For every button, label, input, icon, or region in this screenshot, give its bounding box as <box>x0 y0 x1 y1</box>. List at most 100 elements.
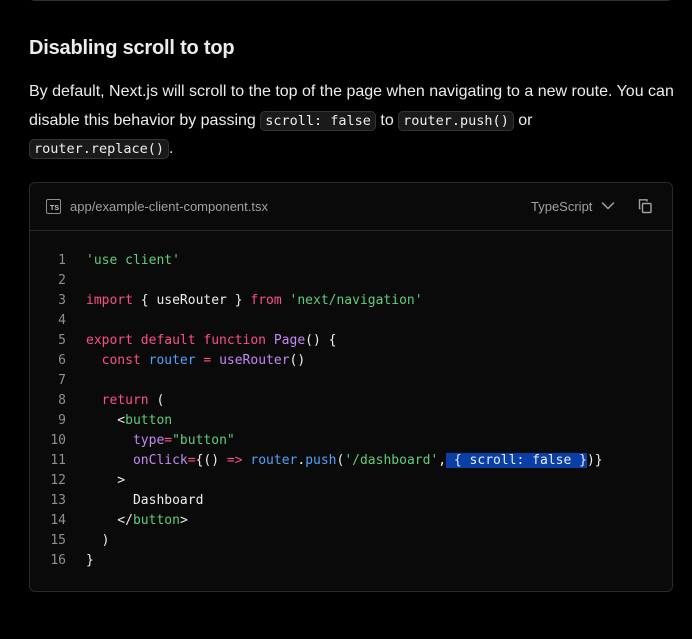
line-number: 13 <box>50 493 66 508</box>
code-token: export default function <box>86 333 267 348</box>
code-token: router <box>148 353 196 368</box>
section-paragraph: By default, Next.js will scroll to the t… <box>29 78 674 164</box>
code-token: import <box>86 293 133 308</box>
code-token: ( <box>148 393 165 408</box>
code-token: ) <box>86 533 110 548</box>
code-token: , <box>438 453 447 468</box>
code-line: 5 export default function Page() { <box>30 331 672 351</box>
section-heading: Disabling scroll to top <box>29 37 235 59</box>
code-token: 'next/navigation' <box>289 293 423 308</box>
code-token: = <box>187 453 196 468</box>
line-number: 5 <box>58 333 66 348</box>
code-text: import { useRouter } from 'next/navigati… <box>86 291 423 311</box>
line-number: 14 <box>50 513 66 528</box>
code-token: { useRouter } <box>132 293 251 308</box>
code-line: 6 const router = useRouter() <box>30 351 672 371</box>
paragraph-text: to <box>375 111 399 129</box>
code-text: </button> <box>86 511 188 531</box>
code-text: ) <box>86 531 110 551</box>
code-token: () <box>289 353 306 368</box>
code-selection-highlight: { scroll: false } <box>446 453 587 468</box>
code-token: from <box>250 293 282 308</box>
code-token: Page <box>273 333 306 348</box>
code-token: )} <box>586 453 603 468</box>
code-token: Dashboard <box>86 493 204 508</box>
code-text: onClick={() => router.push('/dashboard',… <box>86 451 603 471</box>
code-token: return <box>101 393 149 408</box>
code-token: const <box>101 353 141 368</box>
paragraph-text: . <box>169 140 174 157</box>
code-token: = <box>164 433 173 448</box>
code-line: 8 return ( <box>30 391 672 411</box>
line-number: 1 <box>58 253 66 268</box>
code-line: 7 <box>30 371 672 391</box>
code-line: 16} <box>30 551 672 571</box>
code-line: 9 <button <box>30 411 672 431</box>
code-token: } <box>86 553 94 568</box>
line-number: 8 <box>58 393 66 408</box>
line-number: 9 <box>58 413 66 428</box>
typescript-file-icon: TS <box>46 199 61 214</box>
code-token: => <box>226 453 243 468</box>
previous-block-edge <box>28 0 674 1</box>
paragraph-text: or <box>513 111 533 129</box>
code-token: '/dashboard' <box>344 453 439 468</box>
code-text: > <box>86 471 125 491</box>
code-line: 2 <box>30 271 672 291</box>
line-number: 11 <box>50 453 66 468</box>
code-block: TS app/example-client-component.tsx Type… <box>29 182 673 592</box>
code-token: router <box>250 453 298 468</box>
code-text: } <box>86 551 94 571</box>
code-line: 4 <box>30 311 672 331</box>
code-block-header: TS app/example-client-component.tsx Type… <box>30 183 672 231</box>
code-text: export default function Page() { <box>86 331 336 351</box>
line-number: 6 <box>58 353 66 368</box>
code-text: type="button" <box>86 431 235 451</box>
inline-code-router-push: router.push() <box>398 110 514 131</box>
code-token: type <box>132 433 165 448</box>
inline-code-router-replace: router.replace() <box>29 139 170 159</box>
code-token: 'use client' <box>86 253 180 268</box>
code-lines: 1 'use client' 2 3 import { useRouter } from… <box>30 251 672 571</box>
code-token: () { <box>305 333 337 348</box>
code-line: 10 type="button" <box>30 431 672 451</box>
code-token: > <box>86 473 126 488</box>
line-number: 15 <box>50 533 66 548</box>
code-text: return ( <box>86 391 165 411</box>
line-number: 10 <box>50 433 66 448</box>
code-token: < <box>86 413 126 428</box>
code-line: 12 > <box>30 471 672 491</box>
language-selector[interactable]: TypeScript <box>531 199 592 214</box>
inline-code-scroll-false: scroll: false <box>260 110 376 131</box>
code-line: 15 ) <box>30 531 672 551</box>
code-filename: app/example-client-component.tsx <box>70 199 268 214</box>
chevron-down-icon[interactable] <box>601 201 615 211</box>
code-token: push <box>305 453 337 468</box>
code-token: . <box>297 453 306 468</box>
line-number: 7 <box>58 373 66 388</box>
code-token: > <box>179 513 188 528</box>
line-number: 4 <box>58 313 66 328</box>
code-token: useRouter <box>219 353 290 368</box>
copy-icon[interactable] <box>637 198 653 214</box>
code-line: 3 import { useRouter } from 'next/navigat… <box>30 291 672 311</box>
code-token: </ <box>86 513 133 528</box>
code-token: onClick <box>132 453 188 468</box>
code-token: button <box>125 413 173 428</box>
line-number: 3 <box>58 293 66 308</box>
code-token: "button" <box>172 433 235 448</box>
line-number: 12 <box>50 473 66 488</box>
code-token: {() <box>195 453 227 468</box>
code-line: 13 Dashboard <box>30 491 672 511</box>
code-text: const router = useRouter() <box>86 351 306 371</box>
code-token: button <box>132 513 180 528</box>
code-text: 'use client' <box>86 251 180 271</box>
